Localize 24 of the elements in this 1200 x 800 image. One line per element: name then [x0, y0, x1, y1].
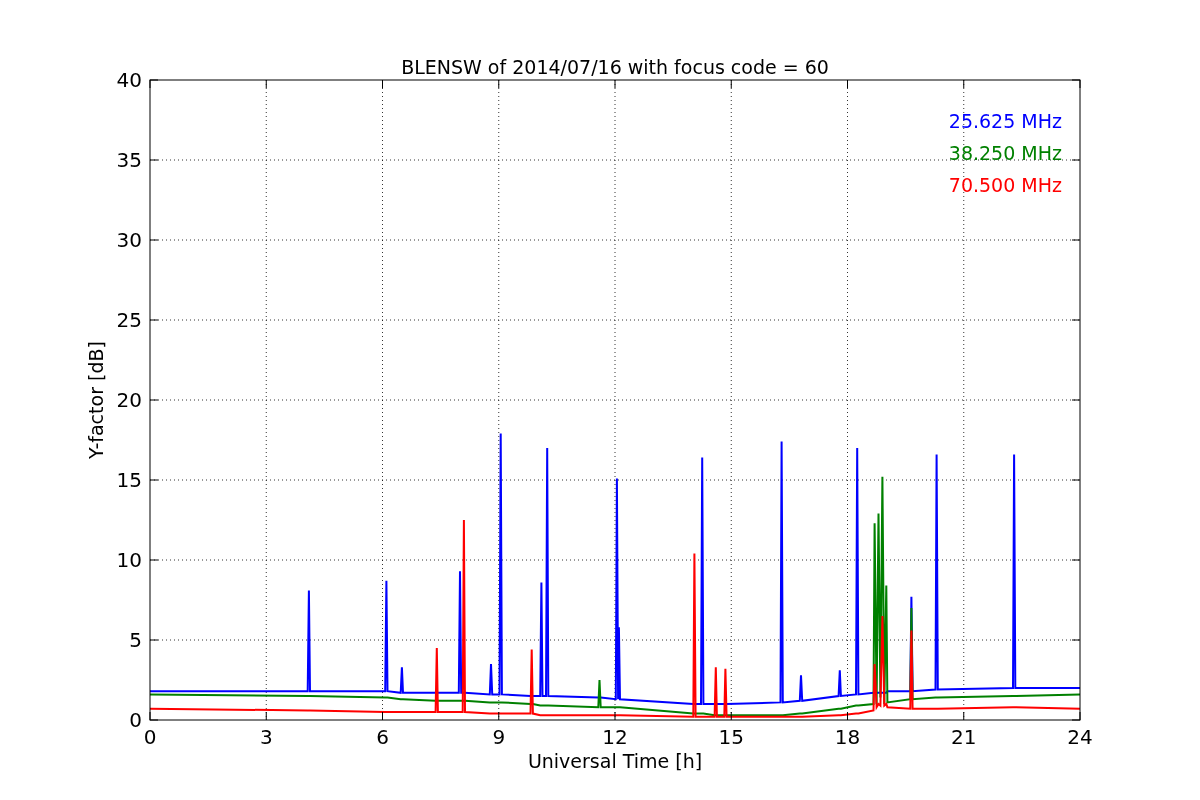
x-tick-label: 9: [492, 725, 506, 749]
x-axis-title: Universal Time [h]: [527, 750, 703, 772]
x-tick-label: 15: [718, 725, 744, 749]
y-tick-label: 10: [116, 548, 142, 572]
x-tick-label: 0: [143, 725, 157, 749]
legend-label: 38.250 MHz: [948, 142, 1062, 164]
legend-label: 70.500 MHz: [948, 174, 1062, 196]
x-tick-label: 21: [951, 725, 977, 749]
x-tick-label: 24: [1067, 725, 1093, 749]
y-tick-label: 25: [116, 308, 142, 332]
y-tick-label: 30: [116, 228, 142, 252]
y-tick-label: 0: [129, 708, 142, 732]
x-tick-label: 3: [259, 725, 273, 749]
y-tick-label: 20: [116, 388, 142, 412]
x-tick-label: 6: [376, 725, 389, 749]
legend-label: 25.625 MHz: [948, 110, 1062, 132]
y-tick-label: 40: [116, 68, 142, 92]
y-axis-title: Y-factor [dB]: [85, 341, 107, 459]
chart-title: BLENSW of 2014/07/16 with focus code = 60: [401, 56, 829, 78]
x-tick-label: 12: [602, 725, 628, 749]
y-tick-label: 15: [116, 468, 142, 492]
y-tick-label: 5: [129, 628, 142, 652]
y-tick-label: 35: [116, 148, 142, 172]
x-tick-label: 18: [834, 725, 861, 749]
